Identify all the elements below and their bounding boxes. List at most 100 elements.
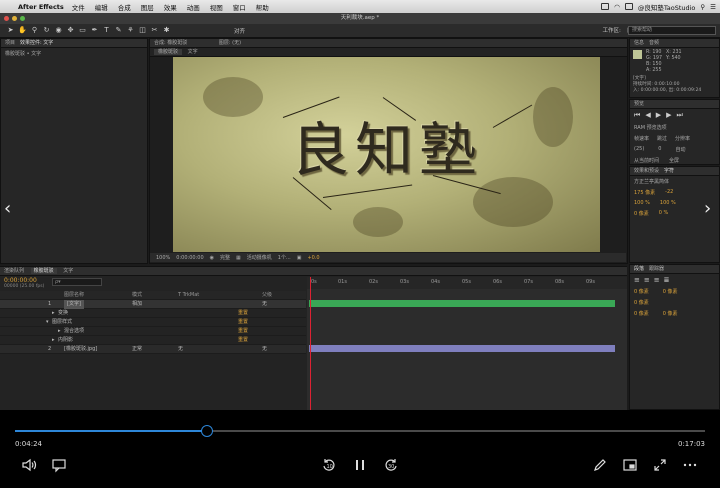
previous-arrow-icon[interactable]: ‹ [4,198,11,219]
help-search-input[interactable]: 搜索帮助 [628,26,716,35]
twirl-icon[interactable]: ▸ [52,309,55,318]
reset-link[interactable]: 重置 [238,327,248,336]
from-current-checkbox[interactable]: 从当前时间 [634,157,659,164]
edit-pen-icon[interactable] [591,456,609,474]
property-row-layer-style[interactable]: ▾ 图层样式 重置 [0,318,306,327]
search-icon[interactable]: ⚲ [700,3,705,11]
col-trkmat[interactable]: T TrkMat [178,291,199,300]
captions-icon[interactable] [50,456,68,474]
twirl-icon[interactable]: ▸ [52,336,55,345]
quality-dropdown[interactable]: 完整 [220,254,230,261]
audio-tab[interactable]: 音频 [649,40,659,46]
menu-help[interactable]: 帮助 [256,2,269,12]
exposure-value[interactable]: +0.0 [307,255,319,261]
col-layer-name[interactable]: 图层名称 [64,291,84,300]
forward-30-icon[interactable]: 30 [382,456,400,474]
property-row-inner-shadow[interactable]: ▸ 内阴影 重置 [0,336,306,345]
timeline-track-area[interactable] [307,287,627,410]
tray-user[interactable]: @良知塾TaoStudio [638,2,696,12]
menu-effect[interactable]: 效果 [164,2,177,12]
menu-file[interactable]: 文件 [72,2,85,12]
mini-player-icon[interactable] [621,456,639,474]
pan-tool-icon[interactable]: ✥ [66,26,75,35]
close-icon[interactable] [4,16,9,21]
layer-trkmat[interactable]: 无 [178,345,183,354]
subtab-text[interactable]: 文字 [184,49,202,55]
reset-link[interactable]: 重置 [238,318,248,327]
next-frame-icon[interactable]: ▶ [666,111,671,120]
align-left-icon[interactable]: ≡ [634,276,640,284]
baseline-field[interactable]: 0 像素 [634,210,649,217]
composition-tab[interactable]: 合成: 橡胶斑驳 [154,40,187,46]
first-frame-icon[interactable]: ⏮ [634,111,640,120]
justify-icon[interactable]: ≣ [664,276,670,284]
space-after-field[interactable]: 0 像素 [663,310,678,317]
seek-bar[interactable] [15,425,705,437]
comp-timecode[interactable]: 0:00:00:00 [176,255,203,261]
composition-viewer[interactable]: 良知塾 [173,57,600,252]
indent-right-field[interactable]: 0 像素 [663,288,678,295]
vertical-scale-field[interactable]: 100 % [634,200,650,206]
twirl-icon[interactable]: ▾ [46,318,49,327]
zoom-icon[interactable] [20,16,25,21]
last-frame-icon[interactable]: ⏭ [676,111,682,120]
volume-icon[interactable] [20,456,38,474]
fullscreen-checkbox[interactable]: 全屏 [669,157,679,164]
project-tab[interactable]: 项目 [5,40,15,46]
effects-presets-tab[interactable]: 效果和预设 [634,168,659,174]
next-arrow-icon[interactable]: › [704,198,711,219]
preview-tab[interactable]: 预览 [630,100,719,109]
roto-tool-icon[interactable]: ✂ [150,26,159,35]
tracking-field[interactable]: -22 [665,189,673,196]
layer-mode[interactable]: 相加 [132,300,142,309]
pen-tool-icon[interactable]: ✒ [90,26,99,35]
tsume-field[interactable]: 0 % [659,210,669,217]
stamp-tool-icon[interactable]: ⚘ [126,26,135,35]
property-row-transform[interactable]: ▸ 变换 重置 [0,309,306,318]
layer-row-1[interactable]: 1 [文字] 相加 无 [0,300,306,309]
prev-frame-icon[interactable]: ◀ [645,111,650,120]
puppet-tool-icon[interactable]: ✱ [162,26,171,35]
camera-icon[interactable]: ◉ [210,255,214,261]
paragraph-tab[interactable]: 段落 [634,266,644,272]
menu-layer[interactable]: 图层 [141,2,154,12]
space-before-field[interactable]: 0 像素 [634,310,649,317]
resolution-dropdown[interactable]: 自动 [675,146,685,153]
timeline-search-input[interactable]: ρ▾ [52,278,102,286]
tracker-tab[interactable]: 跟踪器 [649,266,664,272]
type-tool-icon[interactable]: T [102,26,111,35]
menu-composition[interactable]: 合成 [118,2,131,12]
zoom-dropdown[interactable]: 100% [156,255,170,261]
horizontal-scale-field[interactable]: 100 % [660,200,676,206]
menu-edit[interactable]: 编辑 [95,2,108,12]
camera-dropdown[interactable]: 活动摄像机 [247,254,272,261]
rewind-10-icon[interactable]: 10 [320,456,338,474]
app-name[interactable]: After Effects [18,3,64,11]
eraser-tool-icon[interactable]: ◫ [138,26,147,35]
more-options-icon[interactable] [681,456,699,474]
layer-1-bar[interactable] [309,300,615,307]
timeline-tab-text[interactable]: 文字 [63,268,73,274]
minimize-icon[interactable] [12,16,17,21]
layer-parent[interactable]: 无 [262,345,267,354]
font-size-field[interactable]: 175 像素 [634,189,655,196]
layer-tab[interactable]: 图层: (无) [219,40,241,46]
project-panel-tabs[interactable]: 项目 效果控件: 文字 [1,39,147,48]
layer-row-2[interactable]: 2 [橡胶斑驳.jpg] 正常 无 无 [0,345,306,354]
reset-link[interactable]: 重置 [238,309,248,318]
battery-icon[interactable] [624,3,633,10]
menu-animation[interactable]: 动画 [187,2,200,12]
rectangle-tool-icon[interactable]: ▭ [78,26,87,35]
grid-icon[interactable]: ▦ [236,255,241,261]
layer-parent[interactable]: 无 [262,300,267,309]
brush-tool-icon[interactable]: ✎ [114,26,123,35]
camera-tool-icon[interactable]: ◉ [54,26,63,35]
layout-icon[interactable]: ▣ [297,255,302,261]
reset-link[interactable]: 重置 [238,336,248,345]
selection-tool-icon[interactable]: ➤ [6,26,15,35]
fps-dropdown[interactable]: (25) [634,146,644,153]
col-mode[interactable]: 模式 [132,291,142,300]
align-right-icon[interactable]: ≡ [654,276,660,284]
layer-mode[interactable]: 正常 [132,345,142,354]
align-label[interactable]: 对齐 [234,27,245,35]
